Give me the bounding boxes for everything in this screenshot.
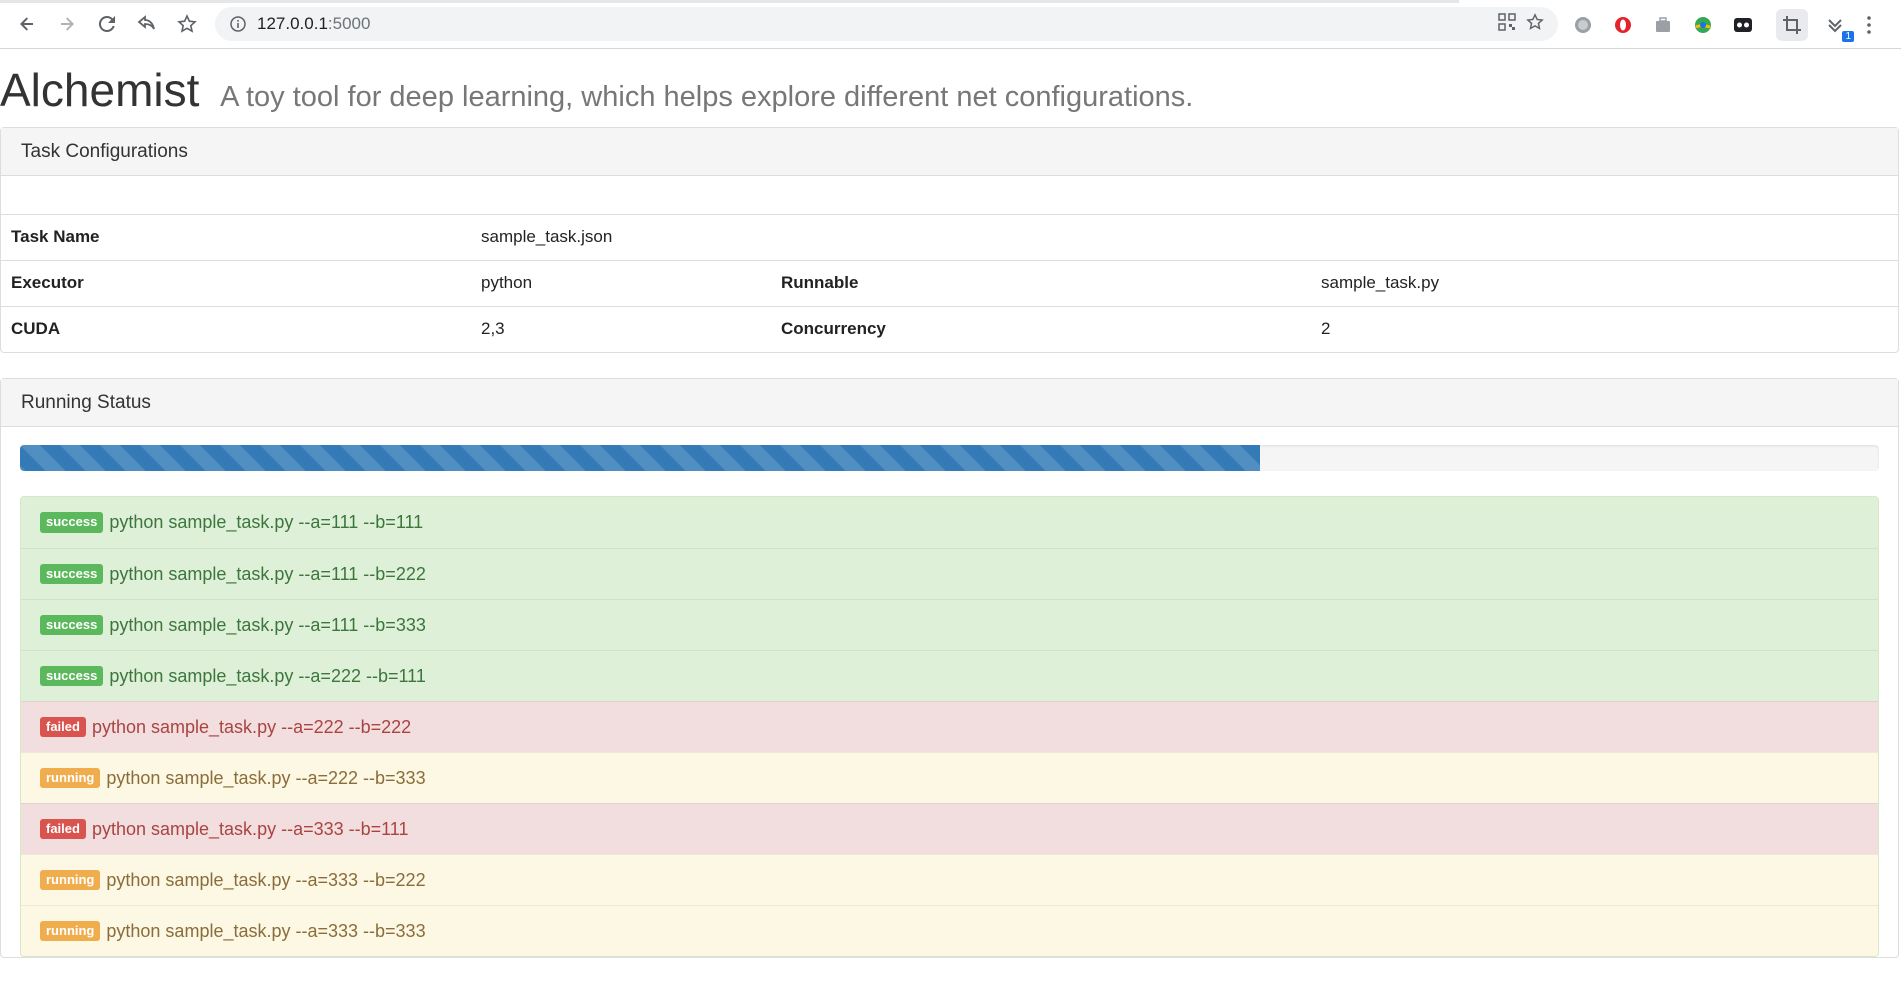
panel-heading: Running Status — [1, 379, 1898, 427]
notification-badge: 1 — [1842, 31, 1854, 42]
table-row: Executor python Runnable sample_task.py — [1, 259, 1898, 306]
task-command: python sample_task.py --a=111 --b=111 — [109, 512, 424, 532]
cuda-label: CUDA — [1, 305, 471, 352]
task-list-item: running python sample_task.py --a=333 --b… — [21, 854, 1878, 905]
task-command: python sample_task.py --a=333 --b=333 — [106, 920, 426, 941]
bookmark-star-icon[interactable] — [167, 4, 207, 44]
table-row: Task Name sample_task.json — [1, 213, 1898, 260]
runnable-value: sample_task.py — [1311, 259, 1898, 306]
browser-toolbar: 127.0.0.1:5000 1 — [0, 0, 1901, 49]
task-command: python sample_task.py --a=222 --b=111 — [109, 665, 426, 686]
status-badge: running — [40, 920, 101, 942]
task-configurations-panel: Task Configurations Task Name sample_tas… — [0, 127, 1899, 353]
task-list-item: success python sample_task.py --a=111 --b… — [21, 548, 1878, 599]
status-badge: success — [40, 614, 104, 636]
task-name-label: Task Name — [1, 213, 471, 260]
bookmark-page-star-icon[interactable] — [1526, 12, 1544, 36]
crop-extension-icon[interactable] — [1776, 9, 1808, 41]
status-badge: success — [40, 512, 104, 533]
undo-icon[interactable] — [127, 4, 167, 44]
page-load-indicator — [0, 0, 1459, 3]
executor-value: python — [471, 259, 771, 306]
status-badge: failed — [40, 716, 86, 738]
site-info-icon[interactable] — [229, 15, 247, 33]
briefcase-extension-icon[interactable] — [1650, 12, 1676, 38]
task-list-item: success python sample_task.py --a=111 --b… — [21, 497, 1878, 548]
cuda-value: 2,3 — [471, 305, 771, 352]
status-badge: success — [40, 563, 104, 585]
glasses-extension-icon[interactable] — [1730, 12, 1756, 38]
status-badge: running — [40, 869, 101, 891]
table-row: CUDA 2,3 Concurrency 2 — [1, 305, 1898, 352]
url-host: 127.0.0.1 — [257, 14, 328, 33]
concurrency-label: Concurrency — [771, 305, 1311, 352]
app-name: Alchemist — [0, 64, 200, 116]
concurrency-value: 2 — [1311, 305, 1898, 352]
table-spacer-row — [1, 176, 1898, 214]
running-status-panel: Running Status success python sample_task… — [0, 378, 1899, 958]
task-command: python sample_task.py --a=333 --b=111 — [91, 818, 409, 839]
progress-bar-track — [20, 445, 1879, 471]
url-text[interactable]: 127.0.0.1:5000 — [257, 14, 370, 34]
task-list-item: failed python sample_task.py --a=222 --b=… — [21, 701, 1878, 752]
status-badge: success — [40, 665, 104, 687]
task-command: python sample_task.py --a=222 --b=333 — [106, 767, 426, 788]
globe-extension-icon[interactable] — [1690, 12, 1716, 38]
task-list-item: running python sample_task.py --a=222 --b… — [21, 752, 1878, 803]
extension-circle-icon[interactable] — [1570, 12, 1596, 38]
opera-extension-icon[interactable] — [1610, 12, 1636, 38]
task-list-item: success python sample_task.py --a=111 --b… — [21, 599, 1878, 650]
task-list: success python sample_task.py --a=111 --b… — [20, 496, 1879, 957]
page-title: Alchemist A toy tool for deep learning, … — [0, 67, 1901, 113]
menu-icon[interactable] — [1862, 12, 1876, 38]
back-icon[interactable] — [7, 4, 47, 44]
progress-bar-fill — [20, 445, 1260, 471]
url-port: :5000 — [327, 14, 371, 33]
task-command: python sample_task.py --a=111 --b=333 — [109, 614, 426, 635]
task-name-value: sample_task.json — [471, 213, 1898, 260]
task-command: python sample_task.py --a=222 --b=222 — [91, 716, 412, 737]
status-badge: running — [40, 767, 101, 789]
runnable-label: Runnable — [771, 259, 1311, 306]
reload-icon[interactable] — [87, 4, 127, 44]
panel-heading: Task Configurations — [1, 128, 1898, 176]
address-bar[interactable]: 127.0.0.1:5000 — [215, 7, 1558, 41]
qr-code-icon[interactable] — [1498, 12, 1516, 36]
executor-label: Executor — [1, 259, 471, 306]
status-badge: failed — [40, 818, 86, 840]
task-command: python sample_task.py --a=111 --b=222 — [109, 563, 426, 584]
task-command: python sample_task.py --a=333 --b=222 — [106, 869, 426, 890]
page-content: Alchemist A toy tool for deep learning, … — [0, 67, 1901, 958]
task-list-item: success python sample_task.py --a=222 --b… — [21, 650, 1878, 701]
config-table: Task Name sample_task.json Executor pyth… — [1, 176, 1898, 352]
task-list-item: running python sample_task.py --a=333 --b… — [21, 905, 1878, 956]
app-subtitle: A toy tool for deep learning, which help… — [220, 81, 1194, 113]
task-list-item: failed python sample_task.py --a=333 --b=… — [21, 803, 1878, 854]
forward-icon[interactable] — [47, 4, 87, 44]
downloads-extension-icon[interactable]: 1 — [1822, 12, 1854, 42]
